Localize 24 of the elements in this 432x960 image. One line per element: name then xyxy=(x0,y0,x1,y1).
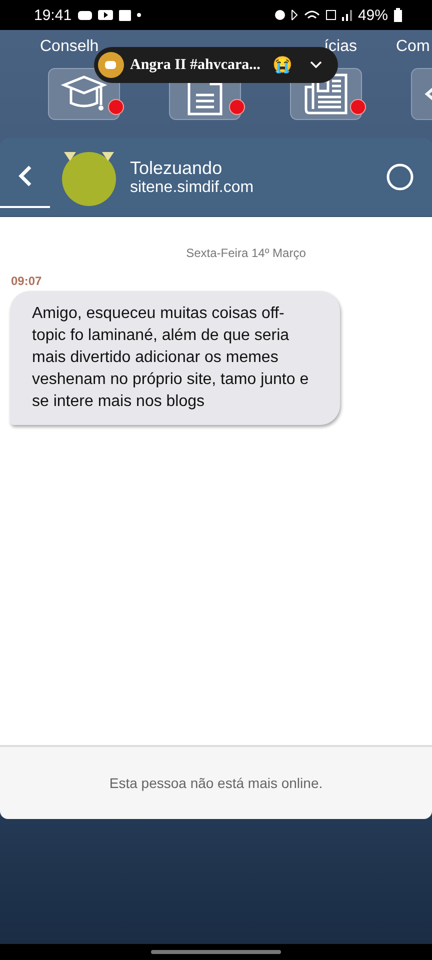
nav-label[interactable]: Com xyxy=(396,38,430,58)
app-icon xyxy=(98,52,124,78)
back-icon xyxy=(18,164,32,188)
status-circle-icon[interactable] xyxy=(386,163,414,191)
wifi-icon xyxy=(304,10,320,20)
notification-emoji: 😭 xyxy=(272,55,292,75)
signal-icon xyxy=(342,10,352,20)
contact-site: sitene.simdif.com xyxy=(130,178,255,196)
message-time: 09:07 xyxy=(11,274,43,288)
battery-icon xyxy=(394,8,402,22)
home-handle[interactable] xyxy=(151,950,281,954)
dot-icon xyxy=(136,13,141,17)
app-notification-icon xyxy=(78,10,92,20)
date-divider: Sexta-Feira 14º Março xyxy=(186,246,306,260)
offline-notice: Esta pessoa não está mais online. xyxy=(109,775,323,791)
battery-percent: 49% xyxy=(358,6,388,24)
status-time: 19:41 xyxy=(34,6,72,24)
contact-name: Tolezuando xyxy=(130,158,224,178)
notification-title: Angra II #ahvcara... xyxy=(130,56,260,74)
chevron-down-icon[interactable] xyxy=(310,61,322,69)
image-icon xyxy=(118,10,131,20)
message-bubble: Amigo, esqueceu muitas coisas off-topic fo laminané, além de que seria mais divertido adicionar os memes veshenam no próprio site, tamo junto e se intere mais nos blogs xyxy=(10,291,340,425)
video-play-icon xyxy=(98,10,113,20)
newspaper-icon xyxy=(303,71,349,117)
